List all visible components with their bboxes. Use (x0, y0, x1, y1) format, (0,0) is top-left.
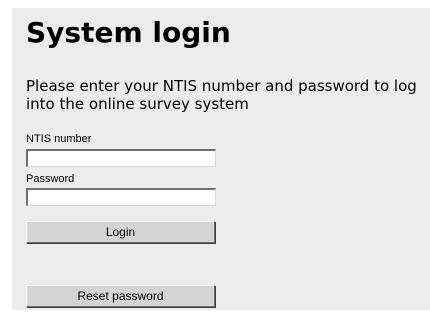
password-label: Password (26, 173, 75, 185)
login-button[interactable]: Login (26, 221, 215, 243)
password-field[interactable] (26, 188, 216, 206)
login-instructions: Please enter your NTIS number and passwo… (26, 77, 417, 113)
reset-password-button[interactable]: Reset password (26, 285, 215, 307)
ntis-number-field[interactable] (26, 149, 216, 167)
ntis-number-label: NTIS number (26, 133, 92, 145)
login-panel: System login Please enter your NTIS numb… (12, 8, 430, 310)
page-title: System login (26, 16, 231, 49)
